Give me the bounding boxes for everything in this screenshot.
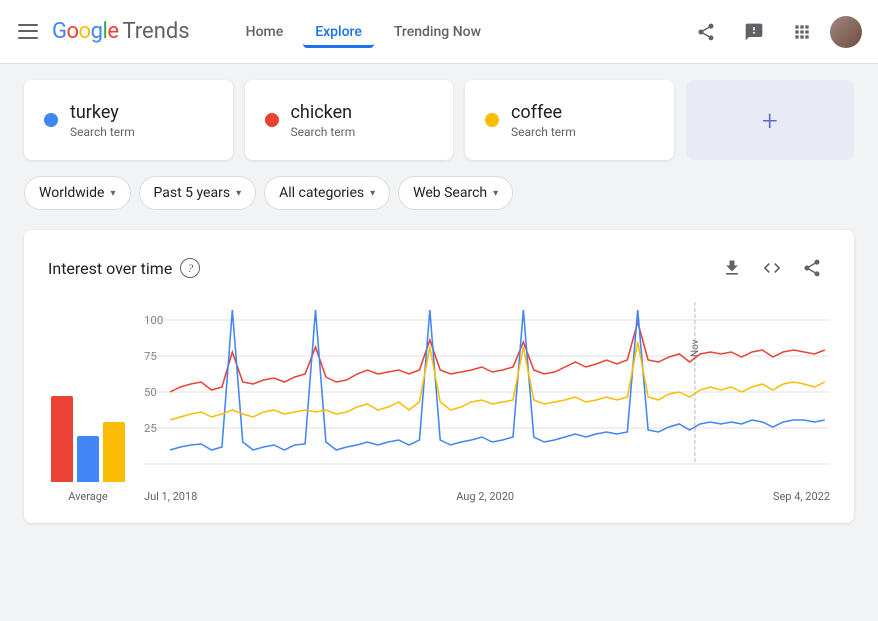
avg-bars-container [51,362,125,482]
filter-type[interactable]: Web Search ▾ [398,176,513,210]
share-icon-btn[interactable] [686,12,726,52]
chicken-type: Search term [291,125,356,139]
nav-home[interactable]: Home [234,16,296,48]
filter-time-label: Past 5 years [154,185,231,201]
logo-trends-text: Trends [122,19,189,44]
logo-google-text: Google [52,19,118,44]
google-trends-logo[interactable]: Google Trends [52,19,190,44]
interest-over-time-card: Interest over time ? [24,230,854,523]
coffee-line [170,342,825,420]
x-label-1: Jul 1, 2018 [144,490,197,503]
avatar[interactable] [830,16,862,48]
coffee-dot [485,113,499,127]
turkey-dot [44,113,58,127]
header-right [686,12,862,52]
filter-worldwide-label: Worldwide [39,185,104,201]
chart-header: Interest over time ? [48,250,830,286]
share-chart-icon [802,258,822,278]
apps-icon [792,22,812,42]
nav-explore[interactable]: Explore [303,16,374,48]
apps-icon-btn[interactable] [782,12,822,52]
filters-row: Worldwide ▾ Past 5 years ▾ All categorie… [24,176,854,210]
line-chart-svg: 100 75 50 25 Nov [144,302,830,482]
turkey-name: turkey [70,102,135,123]
coffee-type: Search term [511,125,576,139]
avatar-image [830,16,862,48]
chicken-dot [265,113,279,127]
coffee-info: coffee Search term [511,102,576,139]
search-term-turkey[interactable]: turkey Search term [24,80,233,160]
download-icon-btn[interactable] [714,250,750,286]
filter-categories-label: All categories [279,185,364,201]
turkey-line [170,310,825,450]
chevron-down-icon: ▾ [236,188,241,199]
line-chart-container: 100 75 50 25 Nov Jul 1, 2018 [144,302,830,503]
turkey-info: turkey Search term [70,102,135,139]
search-term-coffee[interactable]: coffee Search term [465,80,674,160]
chicken-name: chicken [291,102,356,123]
add-term-card[interactable]: + [686,80,855,160]
feedback-icon-btn[interactable] [734,12,774,52]
chart-area: Average 100 75 50 25 [48,302,830,503]
turkey-type: Search term [70,125,135,139]
avg-bar-chicken [51,396,73,482]
svg-text:75: 75 [144,350,157,363]
header-left: Google Trends Home Explore Trending Now [16,16,493,48]
main-nav: Home Explore Trending Now [234,16,493,48]
chevron-down-icon: ▾ [110,188,115,199]
avg-label: Average [68,490,108,503]
chevron-down-icon: ▾ [493,188,498,199]
filter-time[interactable]: Past 5 years ▾ [139,176,257,210]
filter-worldwide[interactable]: Worldwide ▾ [24,176,131,210]
svg-text:25: 25 [144,422,157,435]
embed-icon-btn[interactable] [754,250,790,286]
chart-actions [714,250,830,286]
filter-categories[interactable]: All categories ▾ [264,176,390,210]
average-bars: Average [48,362,128,503]
avg-bar-turkey [77,436,99,482]
svg-text:100: 100 [144,314,163,327]
coffee-name: coffee [511,102,576,123]
download-icon [722,258,742,278]
search-term-chicken[interactable]: chicken Search term [245,80,454,160]
search-terms-row: turkey Search term chicken Search term c… [24,80,854,160]
chart-title: Interest over time [48,259,172,278]
share-icon [696,22,716,42]
x-axis-labels: Jul 1, 2018 Aug 2, 2020 Sep 4, 2022 [144,486,830,503]
header: Google Trends Home Explore Trending Now [0,0,878,64]
svg-text:50: 50 [144,386,157,399]
filter-type-label: Web Search [413,185,487,201]
x-label-3: Sep 4, 2022 [773,490,830,503]
chicken-info: chicken Search term [291,102,356,139]
feedback-icon [744,22,764,42]
add-icon: + [762,104,778,137]
nav-trending[interactable]: Trending Now [382,16,493,48]
share-chart-icon-btn[interactable] [794,250,830,286]
chevron-down-icon: ▾ [370,188,375,199]
main-content: turkey Search term chicken Search term c… [0,64,878,539]
chart-title-row: Interest over time ? [48,258,200,278]
x-label-2: Aug 2, 2020 [456,490,514,503]
avg-bar-coffee [103,422,125,482]
chicken-line [170,322,825,392]
embed-icon [762,258,782,278]
menu-icon[interactable] [16,20,40,44]
help-icon[interactable]: ? [180,258,200,278]
